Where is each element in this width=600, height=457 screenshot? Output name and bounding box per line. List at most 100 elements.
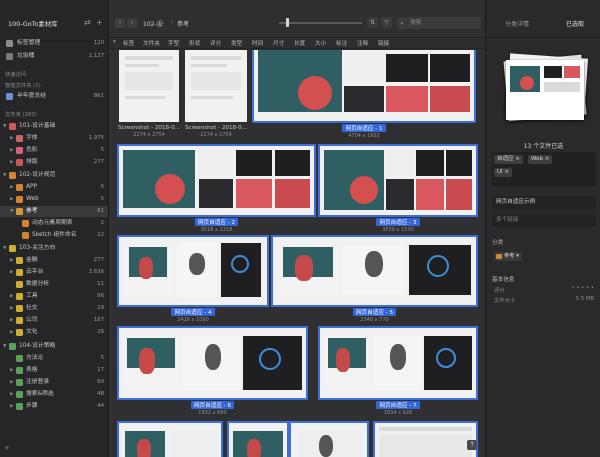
- tag-chip[interactable]: 自适应 ×: [494, 155, 523, 164]
- folder-cloud[interactable]: ▶ 云平台 3,636: [0, 267, 108, 278]
- asset-caption[interactable]: 网页自适应 - 5 2340 x 770: [273, 308, 476, 323]
- note-field[interactable]: 网页自适应示例: [492, 196, 596, 209]
- filter-time[interactable]: 时间: [252, 39, 263, 47]
- chevron-right-icon[interactable]: ▶: [10, 267, 13, 278]
- asset-caption[interactable]: Screenshot - 2018-0... 2274 x 2754: [180, 125, 252, 138]
- asset-thumbnail[interactable]: [185, 50, 247, 122]
- folder-culture[interactable]: ▶ 文化 26: [0, 327, 108, 338]
- filter-icon[interactable]: ▽: [381, 17, 392, 28]
- filter-shape[interactable]: 形状: [189, 39, 200, 47]
- filter-size[interactable]: 尺寸: [273, 39, 284, 47]
- filter-link[interactable]: 链接: [378, 39, 389, 47]
- folder-tools[interactable]: ▶ 工具 96: [0, 291, 108, 302]
- sidebar-item-smart-folder[interactable]: 半年度总结 861: [0, 91, 108, 102]
- category-chip[interactable]: 参考 ▾: [494, 252, 522, 261]
- chevron-down-icon[interactable]: ▼: [3, 170, 6, 181]
- remove-tag-icon[interactable]: ×: [545, 156, 550, 162]
- filter-mode-icon[interactable]: ▾: [113, 39, 116, 45]
- asset-caption[interactable]: 网页自适应 - 6 1832 x 680: [119, 401, 306, 416]
- sync-icon[interactable]: ⇄: [84, 18, 91, 27]
- chevron-right-icon[interactable]: ▶: [10, 401, 13, 412]
- chevron-right-icon[interactable]: ▶: [10, 315, 13, 326]
- chevron-down-icon[interactable]: ▼: [3, 121, 6, 132]
- chevron-right-icon[interactable]: ▶: [10, 194, 13, 205]
- asset-caption[interactable]: 网页自适应 - 7 1834 x 928: [320, 401, 476, 416]
- folder-data-analysis[interactable]: 数据分析 11: [0, 279, 108, 290]
- folder-101[interactable]: ▼ 101-设计基础: [0, 121, 108, 132]
- breadcrumb-current[interactable]: 参考: [177, 19, 189, 28]
- filter-filesize[interactable]: 大小: [315, 39, 326, 47]
- sidebar-item-tag-manager[interactable]: 标签管理 120: [0, 38, 108, 49]
- filter-font[interactable]: 字型: [168, 39, 179, 47]
- asset-thumbnail-selected[interactable]: [117, 326, 308, 400]
- forward-icon[interactable]: ›: [127, 18, 137, 28]
- filter-annotation[interactable]: 标注: [336, 39, 347, 47]
- chevron-right-icon[interactable]: ▶: [10, 145, 13, 156]
- asset-thumbnail-selected[interactable]: [318, 144, 478, 217]
- tag-chip[interactable]: UI ×: [494, 168, 513, 177]
- folder-font[interactable]: ▶ 字体 1,975: [0, 133, 108, 144]
- folder-102[interactable]: ▼ 102-设计规范: [0, 170, 108, 181]
- chevron-right-icon[interactable]: ▶: [10, 133, 13, 144]
- asset-thumbnail[interactable]: [119, 50, 179, 122]
- zoom-slider-handle[interactable]: [286, 18, 289, 27]
- folder-sketch-naming[interactable]: Sketch 组件命名 22: [0, 230, 108, 241]
- folder-color[interactable]: ▶ 色彩 5: [0, 145, 108, 156]
- asset-thumbnail-selected[interactable]: [318, 326, 478, 400]
- chevron-down-icon[interactable]: ▼: [10, 206, 13, 217]
- filter-type[interactable]: 类型: [231, 39, 242, 47]
- chevron-right-icon[interactable]: ▶: [10, 157, 13, 168]
- chevron-right-icon[interactable]: ▶: [10, 255, 13, 266]
- dropdown-icon[interactable]: ▾: [516, 253, 519, 259]
- asset-thumbnail-selected[interactable]: [373, 421, 478, 457]
- remove-tag-icon[interactable]: ×: [504, 169, 509, 175]
- chevron-right-icon[interactable]: ▶: [10, 182, 13, 193]
- filter-folder[interactable]: 文件夹: [143, 39, 160, 47]
- filter-rating[interactable]: 评分: [210, 39, 221, 47]
- remove-tag-icon[interactable]: ×: [515, 156, 520, 162]
- folder-signup-login[interactable]: ▶ 注册登录 60: [0, 377, 108, 388]
- folder-steps[interactable]: ▶ 步骤 44: [0, 401, 108, 412]
- asset-caption[interactable]: 网页自适应 - 3 3550 x 1530: [320, 218, 476, 233]
- chevron-right-icon[interactable]: ▶: [10, 389, 13, 400]
- folder-company[interactable]: ▶ 公司 187: [0, 315, 108, 326]
- asset-caption[interactable]: 网页自适应 - 1 4704 x 1602: [254, 124, 474, 139]
- asset-caption[interactable]: 网页自适应 - 4 2426 x 1090: [119, 308, 267, 323]
- chevron-down-icon[interactable]: ▼: [3, 243, 6, 254]
- folder-methodology[interactable]: 方法论 5: [0, 353, 108, 364]
- tag-chip[interactable]: Web ×: [528, 155, 553, 164]
- scroll-to-top-icon[interactable]: ↑: [467, 440, 477, 450]
- asset-thumbnail-selected[interactable]: [117, 144, 316, 217]
- sort-icon[interactable]: ⇅: [367, 17, 378, 28]
- asset-caption[interactable]: Screenshot - 2018-0... 2274 x 2754: [114, 125, 184, 138]
- chevron-right-icon[interactable]: ▶: [10, 291, 13, 302]
- chevron-right-icon[interactable]: ▶: [10, 365, 13, 376]
- zoom-slider-track[interactable]: [279, 22, 362, 24]
- asset-thumbnail-selected[interactable]: [117, 421, 223, 457]
- chevron-right-icon[interactable]: ▶: [10, 377, 13, 388]
- link-field[interactable]: 多个链接: [492, 214, 596, 227]
- folder-periodic-table[interactable]: 动态元素周期表 2: [0, 218, 108, 229]
- add-folder-icon[interactable]: +: [4, 444, 10, 452]
- rating-stars[interactable]: • • • • •: [572, 285, 594, 291]
- back-icon[interactable]: ‹: [115, 18, 125, 28]
- chevron-down-icon[interactable]: ▼: [3, 341, 6, 352]
- folder-web[interactable]: ▶ Web 5: [0, 194, 108, 205]
- tags-field[interactable]: 自适应 × Web × UI ×: [492, 152, 596, 187]
- add-icon[interactable]: +: [96, 18, 103, 27]
- folder-social[interactable]: ▶ 社交 29: [0, 303, 108, 314]
- tab-category-details[interactable]: 分类详情: [505, 19, 529, 28]
- filter-tags[interactable]: 标签: [123, 39, 134, 47]
- breadcrumb-parent[interactable]: 102-设·: [143, 19, 165, 28]
- folder-table[interactable]: ▶ 表格 17: [0, 365, 108, 376]
- asset-thumbnail-selected[interactable]: [289, 421, 369, 457]
- folder-finance[interactable]: ▶ 金融 277: [0, 255, 108, 266]
- asset-thumbnail-selected[interactable]: [227, 421, 289, 457]
- chevron-right-icon[interactable]: ▶: [10, 327, 13, 338]
- folder-layout[interactable]: ▶ 排版 277: [0, 157, 108, 168]
- chevron-right-icon[interactable]: ▶: [10, 303, 13, 314]
- folder-reference[interactable]: ▼ 参考 81: [0, 206, 108, 217]
- sidebar-item-trash[interactable]: 垃圾桶 2,127: [0, 51, 108, 62]
- asset-caption[interactable]: 网页自适应 - 2 3518 x 1218: [119, 218, 314, 233]
- folder-app[interactable]: ▶ APP 5: [0, 182, 108, 193]
